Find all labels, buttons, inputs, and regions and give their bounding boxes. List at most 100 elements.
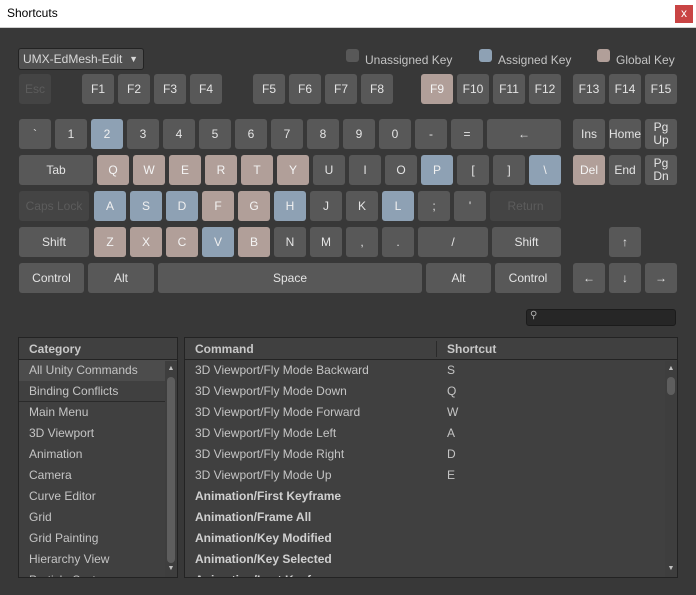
key-q[interactable]: Q xyxy=(97,155,129,185)
key-f8[interactable]: F8 xyxy=(361,74,393,104)
scroll-down-icon[interactable]: ▼ xyxy=(165,563,177,575)
key-left-bracket[interactable]: [ xyxy=(457,155,489,185)
key-f5[interactable]: F5 xyxy=(253,74,285,104)
table-row[interactable]: Animation/Key Modified xyxy=(185,528,677,549)
key-r[interactable]: R xyxy=(205,155,237,185)
key-5[interactable]: 5 xyxy=(199,119,231,149)
key-right-shift[interactable]: Shift xyxy=(492,227,561,257)
key-arrow-up[interactable]: ↑ xyxy=(609,227,641,257)
category-item-all-unity-commands[interactable]: All Unity Commands xyxy=(19,360,177,381)
key-right-control[interactable]: Control xyxy=(495,263,561,293)
key-f10[interactable]: F10 xyxy=(457,74,489,104)
key-d[interactable]: D xyxy=(166,191,198,221)
category-item-animation[interactable]: Animation xyxy=(19,444,177,465)
key-m[interactable]: M xyxy=(310,227,342,257)
key-h[interactable]: H xyxy=(274,191,306,221)
table-row[interactable]: Animation/Frame All xyxy=(185,507,677,528)
table-row[interactable]: Animation/Last Keyframe xyxy=(185,570,677,577)
key-arrow-left[interactable]: ← xyxy=(573,263,605,293)
scroll-down-icon[interactable]: ▼ xyxy=(665,563,677,575)
key-backtick[interactable]: ` xyxy=(19,119,51,149)
key-f12[interactable]: F12 xyxy=(529,74,561,104)
category-item-main-menu[interactable]: Main Menu xyxy=(19,402,177,423)
key-left-control[interactable]: Control xyxy=(19,263,84,293)
key-comma[interactable]: , xyxy=(346,227,378,257)
table-row[interactable]: 3D Viewport/Fly Mode Left A xyxy=(185,423,677,444)
scroll-up-icon[interactable]: ▲ xyxy=(165,363,177,375)
key-space[interactable]: Space xyxy=(158,263,422,293)
key-left-shift[interactable]: Shift xyxy=(19,227,89,257)
key-f2[interactable]: F2 xyxy=(118,74,150,104)
key-left-alt[interactable]: Alt xyxy=(88,263,154,293)
key-3[interactable]: 3 xyxy=(127,119,159,149)
table-row[interactable]: 3D Viewport/Fly Mode Down Q xyxy=(185,381,677,402)
category-item-hierarchy-view[interactable]: Hierarchy View xyxy=(19,549,177,570)
key-f13[interactable]: F13 xyxy=(573,74,605,104)
category-item-grid[interactable]: Grid xyxy=(19,507,177,528)
key-page-down[interactable]: Pg Dn xyxy=(645,155,677,185)
column-divider[interactable] xyxy=(436,341,437,357)
key-e[interactable]: E xyxy=(169,155,201,185)
key-g[interactable]: G xyxy=(238,191,270,221)
key-n[interactable]: N xyxy=(274,227,306,257)
key-f9[interactable]: F9 xyxy=(421,74,453,104)
category-item-camera[interactable]: Camera xyxy=(19,465,177,486)
table-row[interactable]: 3D Viewport/Fly Mode Up E xyxy=(185,465,677,486)
table-row[interactable]: 3D Viewport/Fly Mode Right D xyxy=(185,444,677,465)
key-l[interactable]: L xyxy=(382,191,414,221)
category-item-3d-viewport[interactable]: 3D Viewport xyxy=(19,423,177,444)
command-scrollbar[interactable]: ▲ ▼ xyxy=(665,361,677,577)
key-o[interactable]: O xyxy=(385,155,417,185)
key-minus[interactable]: - xyxy=(415,119,447,149)
scrollbar-thumb[interactable] xyxy=(167,377,175,563)
key-v[interactable]: V xyxy=(202,227,234,257)
scrollbar-thumb[interactable] xyxy=(667,377,675,395)
key-equals[interactable]: = xyxy=(451,119,483,149)
key-4[interactable]: 4 xyxy=(163,119,195,149)
key-slash[interactable]: / xyxy=(418,227,488,257)
key-quote[interactable]: ' xyxy=(454,191,486,221)
key-f15[interactable]: F15 xyxy=(645,74,677,104)
key-2[interactable]: 2 xyxy=(91,119,123,149)
table-row[interactable]: 3D Viewport/Fly Mode Forward W xyxy=(185,402,677,423)
key-9[interactable]: 9 xyxy=(343,119,375,149)
key-x[interactable]: X xyxy=(130,227,162,257)
key-right-alt[interactable]: Alt xyxy=(426,263,491,293)
shortcut-column-header[interactable]: Shortcut xyxy=(447,338,496,360)
key-p[interactable]: P xyxy=(421,155,453,185)
key-b[interactable]: B xyxy=(238,227,270,257)
key-arrow-right[interactable]: → xyxy=(645,263,677,293)
key-f[interactable]: F xyxy=(202,191,234,221)
table-row[interactable]: 3D Viewport/Fly Mode Backward S xyxy=(185,360,677,381)
key-z[interactable]: Z xyxy=(94,227,126,257)
key-w[interactable]: W xyxy=(133,155,165,185)
key-semicolon[interactable]: ; xyxy=(418,191,450,221)
key-i[interactable]: I xyxy=(349,155,381,185)
key-f7[interactable]: F7 xyxy=(325,74,357,104)
key-right-bracket[interactable]: ] xyxy=(493,155,525,185)
key-page-up[interactable]: Pg Up xyxy=(645,119,677,149)
search-input[interactable]: ⚲ xyxy=(526,309,676,326)
key-insert[interactable]: Ins xyxy=(573,119,605,149)
category-item-binding-conflicts[interactable]: Binding Conflicts xyxy=(19,381,177,402)
key-t[interactable]: T xyxy=(241,155,273,185)
key-end[interactable]: End xyxy=(609,155,641,185)
key-f1[interactable]: F1 xyxy=(82,74,114,104)
key-1[interactable]: 1 xyxy=(55,119,87,149)
category-scrollbar[interactable]: ▲ ▼ xyxy=(165,361,177,577)
category-item-particle-system[interactable]: Particle System xyxy=(19,570,177,577)
key-s[interactable]: S xyxy=(130,191,162,221)
key-y[interactable]: Y xyxy=(277,155,309,185)
key-backslash[interactable]: \ xyxy=(529,155,561,185)
scroll-up-icon[interactable]: ▲ xyxy=(665,363,677,375)
key-j[interactable]: J xyxy=(310,191,342,221)
table-row[interactable]: Animation/First Keyframe xyxy=(185,486,677,507)
key-f14[interactable]: F14 xyxy=(609,74,641,104)
key-a[interactable]: A xyxy=(94,191,126,221)
key-c[interactable]: C xyxy=(166,227,198,257)
key-k[interactable]: K xyxy=(346,191,378,221)
key-f6[interactable]: F6 xyxy=(289,74,321,104)
category-item-curve-editor[interactable]: Curve Editor xyxy=(19,486,177,507)
close-button[interactable]: x xyxy=(675,5,693,23)
profile-dropdown[interactable]: UMX-EdMesh-Edit ▼ xyxy=(18,48,144,70)
